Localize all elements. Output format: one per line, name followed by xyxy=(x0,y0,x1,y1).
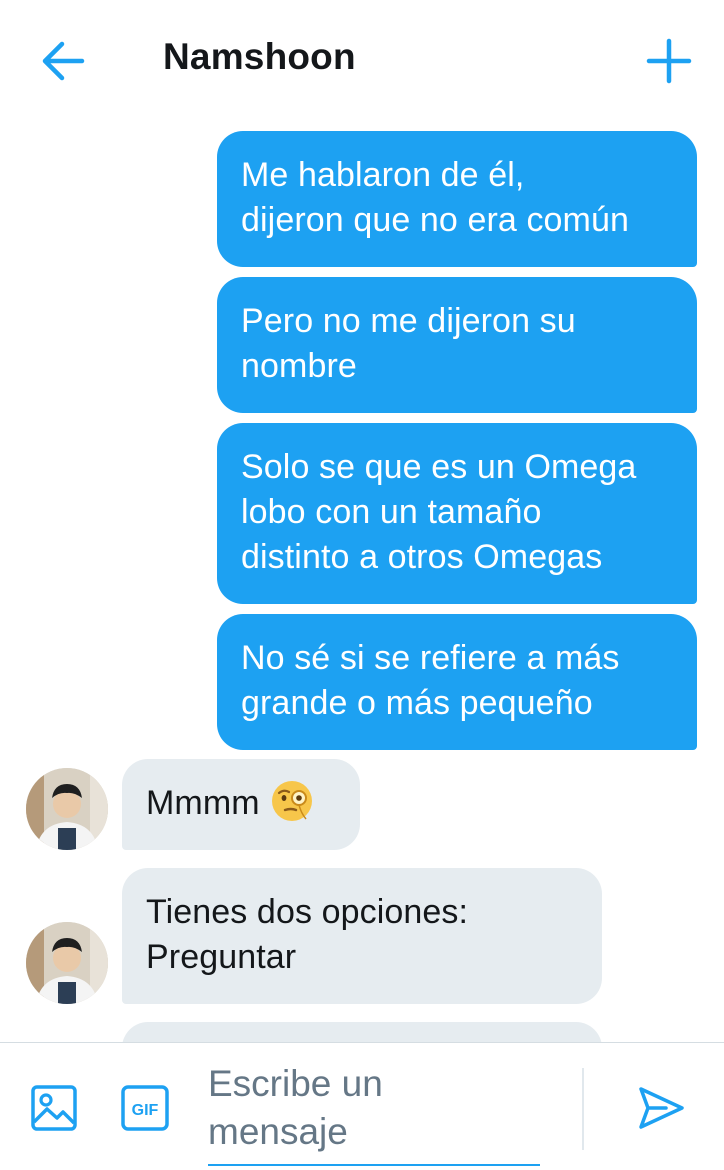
message-text: Mmmm xyxy=(146,784,260,822)
avatar[interactable] xyxy=(26,768,108,850)
plus-icon xyxy=(646,38,692,84)
add-gif-button[interactable]: GIF xyxy=(120,1084,170,1132)
message-bubble-incoming[interactable]: Mmmm xyxy=(122,759,360,850)
message-bubble-outgoing[interactable]: Pero no me dijeron su nombre xyxy=(217,277,697,413)
send-icon xyxy=(639,1087,684,1129)
gif-icon: GIF xyxy=(121,1085,169,1131)
message-text: nombre xyxy=(241,347,357,385)
message-bubble-incoming[interactable]: Tienes dos opciones: Preguntar xyxy=(122,868,602,1004)
message-text: grande o más pequeño xyxy=(241,684,593,722)
gif-label: GIF xyxy=(132,1102,159,1119)
message-bubble-incoming[interactable] xyxy=(122,1022,602,1042)
message-bubble-outgoing[interactable]: Solo se que es un Omega lobo con un tama… xyxy=(217,423,697,604)
message-text: Solo se que es un Omega xyxy=(241,448,637,486)
face-with-monocle-icon xyxy=(270,779,314,823)
conversation-title: Namshoon xyxy=(163,36,356,77)
message-text: Tienes dos opciones: xyxy=(146,893,469,931)
message-text: lobo con un tamaño xyxy=(241,493,542,531)
conversation-header: Namshoon xyxy=(0,0,724,120)
image-icon xyxy=(31,1085,77,1131)
message-input-placeholder: Escribe un xyxy=(208,1063,383,1104)
avatar-image xyxy=(26,768,108,850)
message-input-placeholder: mensaje xyxy=(208,1111,348,1152)
message-text: Preguntar xyxy=(146,938,297,976)
message-text: Pero no me dijeron su xyxy=(241,302,576,340)
message-text: distinto a otros Omegas xyxy=(241,538,603,576)
add-image-button[interactable] xyxy=(30,1084,78,1132)
back-button[interactable] xyxy=(38,38,88,84)
message-bubble-outgoing[interactable]: No sé si se refiere a más grande o más p… xyxy=(217,614,697,750)
arrow-left-icon xyxy=(42,41,85,81)
message-text: Me hablaron de él, xyxy=(241,156,525,194)
message-bubble-outgoing[interactable]: Me hablaron de él, dijeron que no era co… xyxy=(217,131,697,267)
avatar-image xyxy=(26,922,108,1004)
message-text: No sé si se refiere a más xyxy=(241,639,620,677)
composer-divider xyxy=(582,1068,584,1150)
message-thread[interactable]: Me hablaron de él, dijeron que no era co… xyxy=(0,120,724,1042)
message-text: dijeron que no era común xyxy=(241,201,629,239)
message-input[interactable]: Escribe un mensaje xyxy=(208,1060,540,1166)
avatar[interactable] xyxy=(26,922,108,1004)
send-button[interactable] xyxy=(636,1084,686,1132)
add-participant-button[interactable] xyxy=(644,36,694,86)
